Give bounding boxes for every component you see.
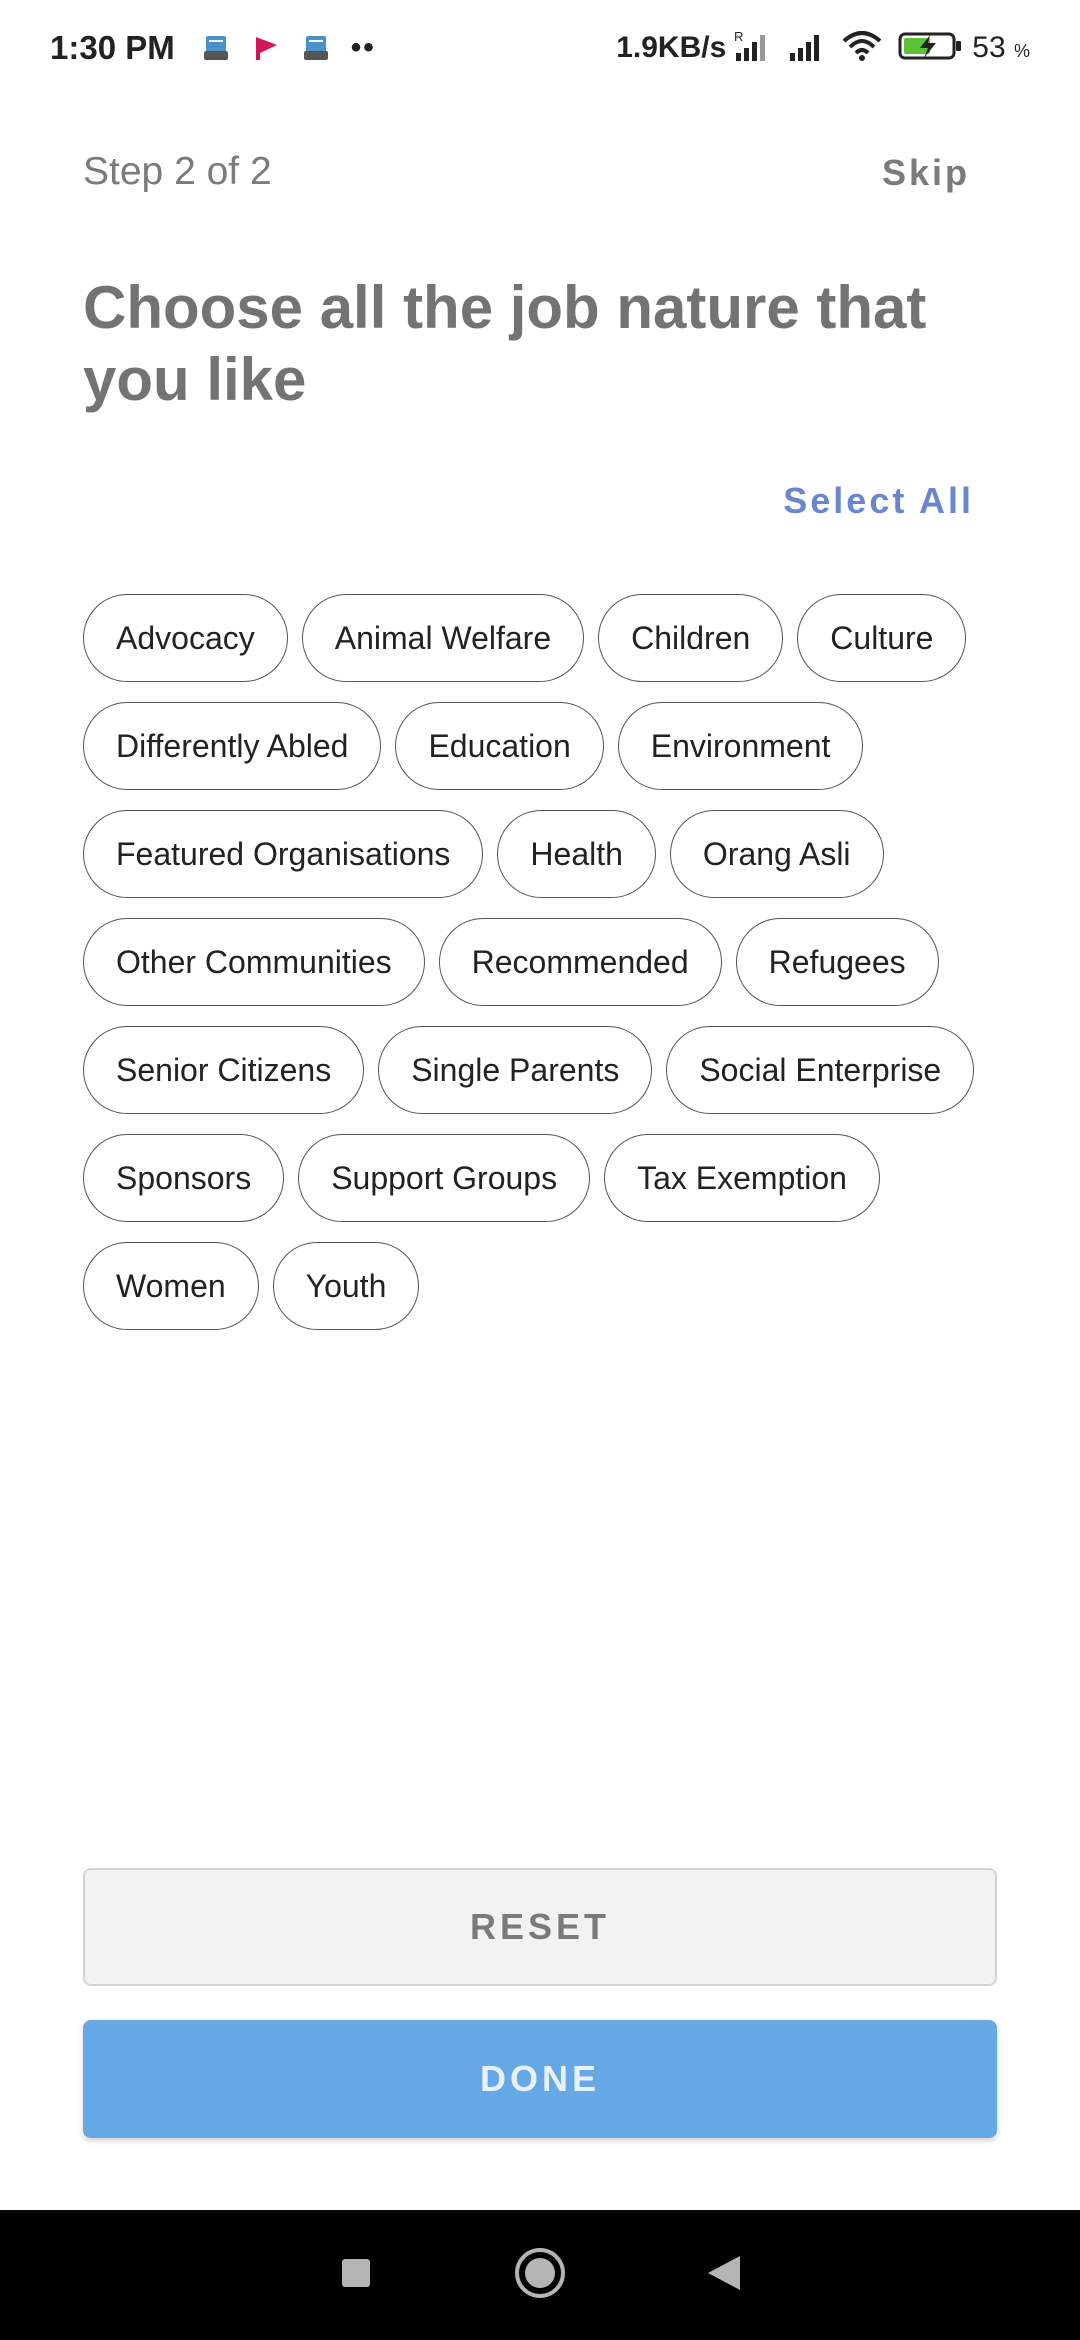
chip-orang-asli[interactable]: Orang Asli	[669, 810, 884, 898]
chip-health[interactable]: Health	[497, 810, 656, 898]
chip-advocacy[interactable]: Advocacy	[83, 594, 288, 682]
battery-percent-unit: %	[1013, 41, 1030, 61]
chip-recommended[interactable]: Recommended	[438, 918, 722, 1006]
reset-button[interactable]: RESET	[83, 1868, 997, 1986]
status-bar: 1:30 PM •• 1.9KB/s R 53 %	[0, 0, 1080, 96]
chip-tax-exemption[interactable]: Tax Exemption	[604, 1134, 880, 1222]
wifi-icon	[840, 29, 884, 68]
battery-percent-value: 53	[972, 31, 1006, 64]
chip-education[interactable]: Education	[395, 702, 604, 790]
status-left: 1:30 PM ••	[50, 29, 376, 67]
chip-youth[interactable]: Youth	[272, 1242, 420, 1330]
chip-featured-organisations[interactable]: Featured Organisations	[83, 810, 484, 898]
status-right: 1.9KB/s R 53 %	[616, 29, 1030, 68]
job-nature-chip-group: Advocacy Animal Welfare Children Culture…	[83, 594, 1003, 1330]
status-time: 1:30 PM	[50, 29, 175, 66]
step-indicator: Step 2 of 2	[83, 150, 272, 193]
system-navigation-bar	[0, 2210, 1080, 2340]
recents-button[interactable]	[326, 2245, 386, 2305]
signal-icon	[786, 29, 826, 68]
more-notifications-indicator: ••	[350, 31, 376, 64]
chip-other-communities[interactable]: Other Communities	[83, 918, 425, 1006]
home-button[interactable]	[510, 2245, 570, 2305]
square-icon	[340, 2257, 372, 2294]
back-button[interactable]	[694, 2245, 754, 2305]
skip-button[interactable]: Skip	[882, 152, 970, 194]
chip-senior-citizens[interactable]: Senior Citizens	[83, 1026, 365, 1114]
chip-sponsors[interactable]: Sponsors	[83, 1134, 285, 1222]
chip-support-groups[interactable]: Support Groups	[298, 1134, 591, 1222]
chip-culture[interactable]: Culture	[797, 594, 967, 682]
keyboard-app-icon	[201, 33, 231, 63]
battery-percent: 53 %	[972, 31, 1030, 65]
chip-animal-welfare[interactable]: Animal Welfare	[301, 594, 585, 682]
select-all-button[interactable]: Select All	[783, 480, 974, 522]
circle-icon	[513, 2246, 567, 2305]
battery-charging-icon	[898, 29, 964, 68]
chip-refugees[interactable]: Refugees	[735, 918, 939, 1006]
chip-single-parents[interactable]: Single Parents	[378, 1026, 653, 1114]
done-button[interactable]: DONE	[83, 2020, 997, 2138]
network-speed: 1.9KB/s	[616, 31, 727, 64]
chip-children[interactable]: Children	[598, 594, 784, 682]
keyboard-app-icon-2	[301, 33, 331, 63]
chip-women[interactable]: Women	[83, 1242, 259, 1330]
svg-text:R: R	[734, 29, 743, 44]
page-title: Choose all the job nature that you like	[83, 274, 927, 413]
roaming-signal-icon: R	[732, 29, 772, 68]
chip-social-enterprise[interactable]: Social Enterprise	[666, 1026, 975, 1114]
flag-app-icon	[251, 33, 281, 63]
triangle-back-icon	[706, 2254, 742, 2297]
chip-environment[interactable]: Environment	[617, 702, 864, 790]
chip-differently-abled[interactable]: Differently Abled	[83, 702, 382, 790]
